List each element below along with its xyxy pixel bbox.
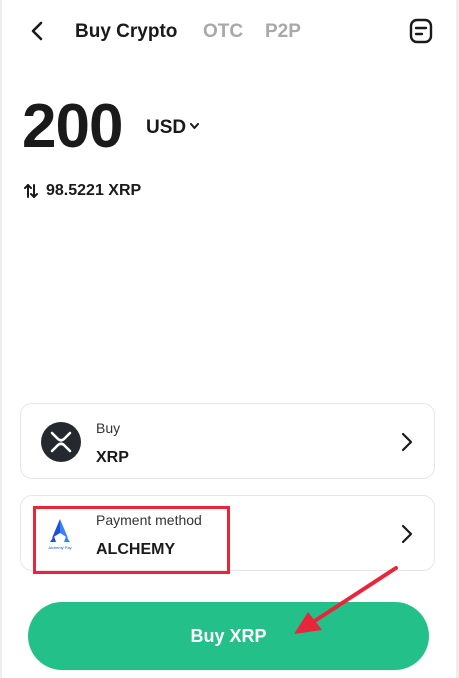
back-button[interactable]	[26, 18, 48, 44]
left-edge	[0, 0, 2, 678]
buy-asset-value: XRP	[96, 449, 129, 466]
back-arrow-icon	[31, 21, 43, 41]
swap-icon[interactable]	[24, 183, 38, 199]
buy-caption: Buy	[96, 420, 121, 436]
buy-asset-card[interactable]: Buy XRP	[20, 403, 435, 479]
xrp-logo-icon	[41, 422, 81, 462]
currency-label: USD	[146, 117, 187, 138]
conversion-text: 98.5221 XRP	[46, 182, 142, 199]
currency-selector[interactable]: USD	[146, 116, 200, 140]
buy-xrp-button[interactable]: Buy XRP	[28, 602, 429, 670]
tab-otc[interactable]: OTC	[203, 21, 243, 43]
orders-icon	[409, 18, 433, 44]
top-navigation: Buy Crypto OTC P2P	[0, 0, 459, 64]
tab-p2p[interactable]: P2P	[265, 21, 301, 43]
tab-buy-crypto[interactable]: Buy Crypto	[75, 21, 177, 43]
chevron-right-icon	[401, 432, 413, 452]
highlight-box	[33, 506, 230, 574]
chevron-down-icon	[190, 122, 200, 129]
orders-button[interactable]	[408, 17, 434, 45]
amount-value[interactable]: 200	[22, 92, 123, 162]
conversion-row: 98.5221 XRP	[24, 180, 141, 202]
chevron-right-icon	[401, 524, 413, 544]
